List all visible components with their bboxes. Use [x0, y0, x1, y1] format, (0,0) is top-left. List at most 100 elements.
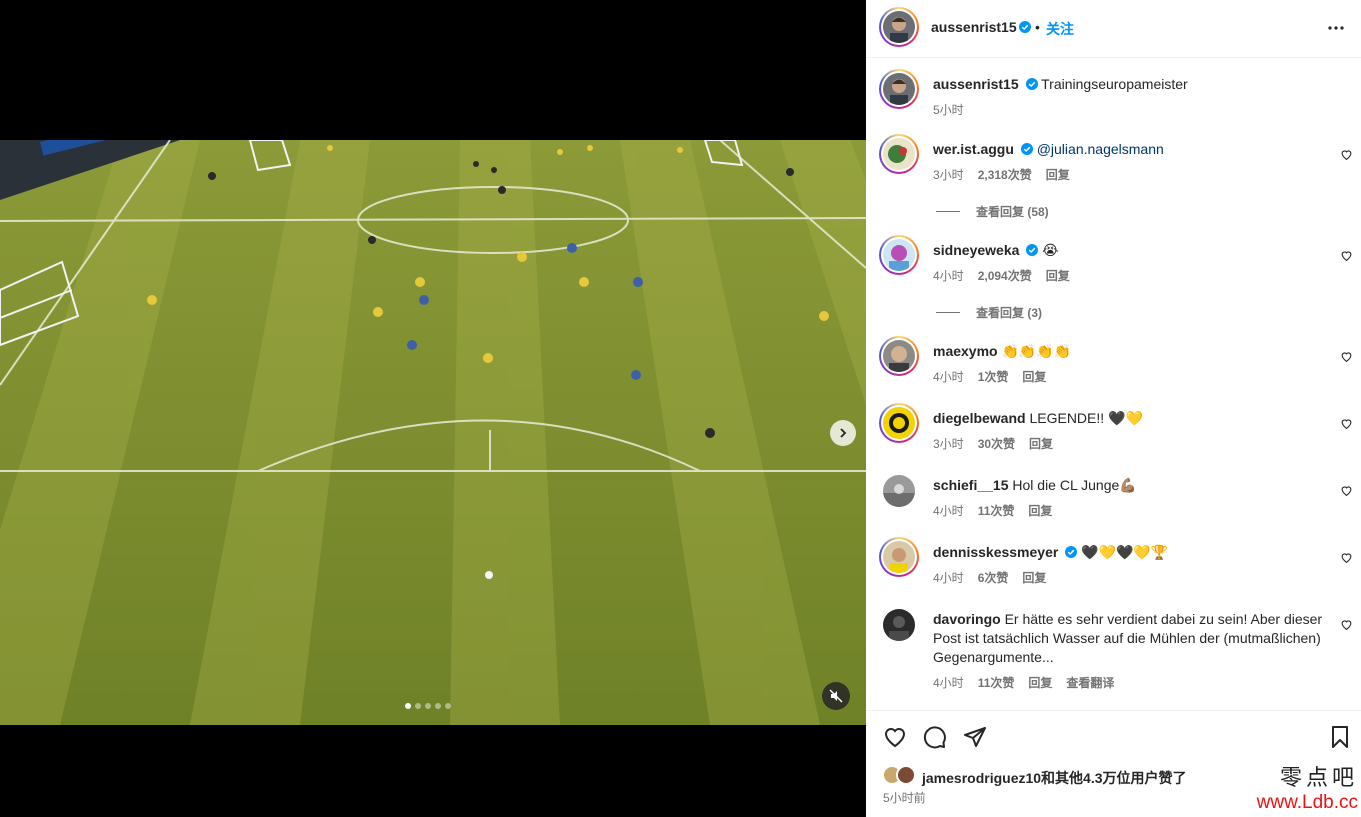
- view-replies-label: 查看回复 (58): [976, 205, 1049, 219]
- comment-time: 3小时: [933, 437, 964, 451]
- heart-icon[interactable]: [1340, 417, 1353, 430]
- caption-text: Trainingseuropameister: [1041, 76, 1188, 92]
- verified-badge-icon: [1025, 78, 1038, 90]
- author-username[interactable]: aussenrist15: [931, 19, 1017, 35]
- post-media: [0, 0, 866, 817]
- comment-mention[interactable]: @julian.nagelsmann: [1037, 141, 1164, 157]
- verified-badge-icon: [1026, 244, 1039, 256]
- comment-text: 👏👏👏👏: [1001, 343, 1072, 359]
- heart-icon[interactable]: [1340, 618, 1353, 631]
- caption-username[interactable]: aussenrist15: [933, 76, 1019, 92]
- training-video[interactable]: [0, 140, 866, 725]
- mute-toggle-button[interactable]: [822, 682, 850, 710]
- heart-icon[interactable]: [1340, 551, 1353, 564]
- likes-summary[interactable]: jamesrodriguez10和其他4.3万位用户赞了: [922, 768, 1187, 788]
- comment-like-count[interactable]: 2,094次赞: [978, 267, 1032, 284]
- commenter-avatar-image: [883, 541, 915, 573]
- commenter-avatar-image: [883, 340, 915, 372]
- comment-like-count[interactable]: 11次赞: [978, 502, 1015, 519]
- post-header: aussenrist15 • 关注: [866, 0, 1361, 58]
- comment-time: 4小时: [933, 676, 964, 690]
- carousel-indicator: [405, 703, 451, 709]
- view-replies-button[interactable]: 查看回复 (3): [936, 304, 1042, 321]
- comment-text: 😭: [1042, 242, 1059, 258]
- header-separator: •: [1035, 19, 1040, 35]
- view-replies-label: 查看回复 (3): [976, 306, 1043, 320]
- watermark-url: www.Ldb.cc: [1256, 792, 1358, 813]
- carousel-dot: [425, 703, 431, 709]
- next-slide-button[interactable]: [830, 420, 856, 446]
- comment-time: 4小时: [933, 370, 964, 384]
- comment-reply-button[interactable]: 回复: [1028, 502, 1052, 519]
- chevron-right-icon: [840, 428, 847, 438]
- comment-text: LEGENDE!! 🖤💛: [1029, 410, 1143, 426]
- comment-text: Gegenargumente...: [933, 649, 1054, 665]
- comment-text: Er hätte es sehr verdient dabei zu sein!…: [1004, 611, 1323, 627]
- comment-username[interactable]: diegelbewand: [933, 410, 1026, 426]
- commenter-avatar-image: [883, 138, 915, 170]
- view-replies-button[interactable]: 查看回复 (58): [936, 203, 1049, 220]
- comment-text: Post ist tatsächlich Wasser auf die Mühl…: [933, 630, 1321, 646]
- comment-username[interactable]: wer.ist.aggu: [933, 141, 1014, 157]
- commenter-avatar[interactable]: [883, 609, 915, 641]
- caption-avatar[interactable]: [879, 69, 919, 109]
- comment-reply-button[interactable]: 回复: [1028, 674, 1052, 691]
- heart-icon[interactable]: [1340, 148, 1353, 161]
- comment-username[interactable]: schiefi__15: [933, 477, 1009, 493]
- carousel-dot: [435, 703, 441, 709]
- comment-reply-button[interactable]: 回复: [1022, 368, 1046, 385]
- heart-icon[interactable]: [1340, 249, 1353, 262]
- heart-icon[interactable]: [1340, 484, 1353, 497]
- post-time: 5小时前: [883, 791, 926, 805]
- caption-avatar-image: [883, 73, 915, 105]
- post-side-panel: aussenrist15 • 关注 aussenrist15 Trainings…: [866, 0, 1361, 817]
- comment-like-count[interactable]: 6次赞: [978, 569, 1009, 586]
- carousel-dot: [415, 703, 421, 709]
- commenter-avatar[interactable]: [879, 336, 919, 376]
- carousel-dot: [445, 703, 451, 709]
- comment-like-count[interactable]: 2,318次赞: [978, 166, 1032, 183]
- commenter-avatar-image: [883, 475, 915, 507]
- more-options-icon[interactable]: [1326, 18, 1346, 38]
- comment-text: 🖤💛🖤💛🏆: [1081, 544, 1169, 560]
- commenter-avatar[interactable]: [879, 403, 919, 443]
- caption-time: 5小时: [933, 103, 964, 117]
- commenter-avatar[interactable]: [879, 235, 919, 275]
- verified-badge-icon: [1020, 143, 1033, 155]
- comment-reply-button[interactable]: 回复: [1029, 435, 1053, 452]
- comment-text: Hol die CL Junge💪🏽: [1012, 477, 1137, 493]
- comment-time: 3小时: [933, 168, 964, 182]
- liker-avatars[interactable]: [882, 765, 922, 785]
- comment-reply-button[interactable]: 回复: [1022, 569, 1046, 586]
- share-icon[interactable]: [963, 725, 987, 749]
- comment-username[interactable]: dennisskessmeyer: [933, 544, 1058, 560]
- heart-icon[interactable]: [883, 725, 907, 749]
- comment-like-count[interactable]: 11次赞: [978, 674, 1015, 691]
- commenter-avatar[interactable]: [879, 134, 919, 174]
- bookmark-icon[interactable]: [1328, 725, 1352, 749]
- heart-icon[interactable]: [1340, 350, 1353, 363]
- verified-badge-icon: [1065, 546, 1078, 558]
- see-translation-button[interactable]: 查看翻译: [1066, 674, 1114, 691]
- carousel-dot: [405, 703, 411, 709]
- comment-time: 4小时: [933, 504, 964, 518]
- comment-username[interactable]: davoringo: [933, 611, 1001, 627]
- follow-button[interactable]: 关注: [1046, 19, 1074, 39]
- commenter-avatar[interactable]: [879, 537, 919, 577]
- comment-like-count[interactable]: 1次赞: [978, 368, 1009, 385]
- author-avatar-image: [883, 11, 915, 43]
- football-pitch-image: [0, 140, 866, 725]
- commenter-avatar-image: [883, 609, 915, 641]
- commenter-avatar[interactable]: [883, 475, 915, 507]
- author-avatar[interactable]: [879, 7, 919, 47]
- comment-time: 4小时: [933, 269, 964, 283]
- comment-username[interactable]: sidneyeweka: [933, 242, 1019, 258]
- comment-reply-button[interactable]: 回复: [1046, 267, 1070, 284]
- verified-badge-icon: [1019, 21, 1031, 33]
- comment-icon[interactable]: [923, 725, 947, 749]
- comment-like-count[interactable]: 30次赞: [978, 435, 1015, 452]
- commenter-avatar-image: [883, 407, 915, 439]
- comment-username[interactable]: maexymo: [933, 343, 998, 359]
- comment-reply-button[interactable]: 回复: [1046, 166, 1070, 183]
- commenter-avatar-image: [883, 239, 915, 271]
